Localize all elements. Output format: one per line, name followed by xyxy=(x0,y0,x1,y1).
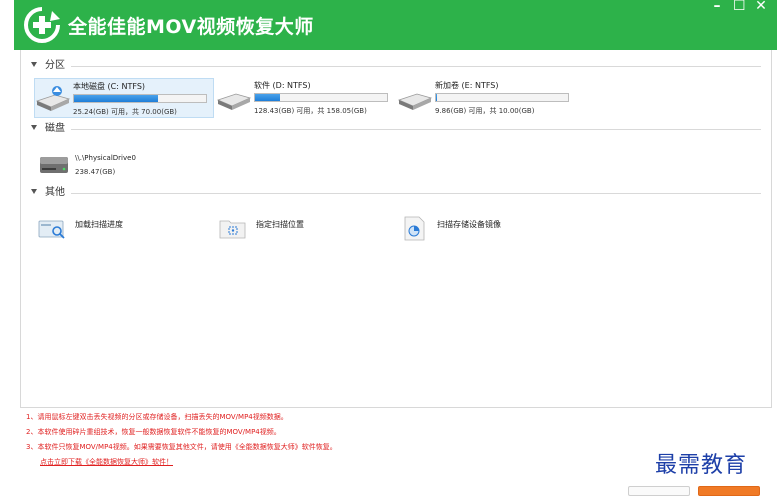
section-partitions[interactable]: 分区 xyxy=(31,60,761,74)
specify-scan-location[interactable]: 指定扫描位置 xyxy=(218,213,378,241)
section-divider xyxy=(71,193,761,194)
section-disks[interactable]: 磁盘 xyxy=(31,123,761,137)
section-label: 分区 xyxy=(45,60,71,72)
disk-image-icon xyxy=(404,216,425,241)
usage-bar-fill xyxy=(74,95,159,102)
usage-bar-fill xyxy=(436,94,438,101)
folder-target-icon xyxy=(219,220,246,239)
load-scan-progress[interactable]: 加载扫描进度 xyxy=(37,213,197,241)
restore-button[interactable]: ☐ xyxy=(733,0,746,13)
title-bar: 全能佳能MOV视频恢复大师 – ☐ ✕ xyxy=(14,0,777,50)
partition-name: 新加卷 (E: NTFS) xyxy=(435,81,499,90)
note-line: 2、本软件使用碎片重组技术，恢复一般数据恢复软件不能恢复的MOV/MP4视频。 xyxy=(26,428,281,436)
usage-bar xyxy=(73,94,207,103)
collapse-arrow-icon[interactable] xyxy=(31,125,37,130)
collapse-arrow-icon[interactable] xyxy=(31,189,37,194)
tool-label: 扫描存储设备镜像 xyxy=(437,220,501,229)
partition-c[interactable]: 本地磁盘 (C: NTFS) 25.24(GB) 可用，共 70.00(GB) xyxy=(34,78,214,118)
secondary-button[interactable] xyxy=(628,486,690,496)
note-line: 3、本软件只恢复MOV/MP4视频。如果需要恢复其他文件，请使用《全能数据恢复大… xyxy=(26,443,337,451)
primary-button[interactable] xyxy=(698,486,760,496)
section-label: 磁盘 xyxy=(45,123,71,135)
physical-drive-0[interactable]: \\.\PhysicalDrive0 238.47(GB) xyxy=(37,150,237,182)
section-divider xyxy=(71,66,761,67)
watermark: 最需教育 xyxy=(655,453,748,478)
partition-capacity: 25.24(GB) 可用，共 70.00(GB) xyxy=(73,108,177,116)
disk-capacity: 238.47(GB) xyxy=(75,168,116,176)
device-panel: 分区 本地磁盘 (C: NTFS) 25.24(GB) 可用，共 70.00(G… xyxy=(20,50,772,408)
partition-e[interactable]: 新加卷 (E: NTFS) 9.86(GB) 可用，共 10.00(GB) xyxy=(397,78,577,118)
section-label: 其他 xyxy=(45,187,71,199)
disk-name: \\.\PhysicalDrive0 xyxy=(75,154,136,162)
section-others[interactable]: 其他 xyxy=(31,187,761,201)
note-line: 1、请用鼠标左键双击丢失视频的分区或存储设备，扫描丢失的MOV/MP4视频数据。 xyxy=(26,413,288,421)
drive-icon xyxy=(397,93,433,110)
collapse-arrow-icon[interactable] xyxy=(31,62,37,67)
minimize-button[interactable]: – xyxy=(711,0,723,13)
usage-bar xyxy=(435,93,569,102)
app-title: 全能佳能MOV视频恢复大师 xyxy=(68,16,314,38)
load-scan-icon xyxy=(38,220,65,239)
usage-bar-fill xyxy=(255,94,281,101)
app-logo-icon xyxy=(24,6,61,43)
tool-label: 指定扫描位置 xyxy=(256,220,304,229)
scan-disk-image[interactable]: 扫描存储设备镜像 xyxy=(399,213,559,241)
drive-icon xyxy=(216,93,252,110)
partition-name: 本地磁盘 (C: NTFS) xyxy=(73,82,146,91)
partition-capacity: 9.86(GB) 可用，共 10.00(GB) xyxy=(435,107,535,115)
section-divider xyxy=(71,129,761,130)
partition-name: 软件 (D: NTFS) xyxy=(254,81,311,90)
tool-label: 加载扫描进度 xyxy=(75,220,123,229)
hard-disk-icon xyxy=(40,157,68,173)
partition-d[interactable]: 软件 (D: NTFS) 128.43(GB) 可用，共 158.05(GB) xyxy=(216,78,396,118)
usage-bar xyxy=(254,93,388,102)
download-link[interactable]: 点击立即下载《全能数据恢复大师》软件！ xyxy=(40,457,173,467)
partition-capacity: 128.43(GB) 可用，共 158.05(GB) xyxy=(254,107,367,115)
drive-icon xyxy=(35,86,71,111)
close-button[interactable]: ✕ xyxy=(755,0,767,13)
window-controls: – ☐ ✕ xyxy=(711,0,767,13)
